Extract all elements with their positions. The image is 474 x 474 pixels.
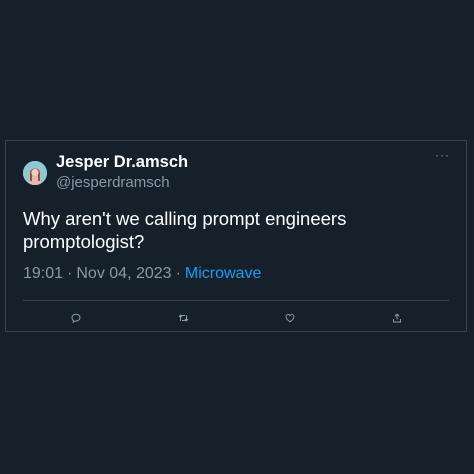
action-bar	[6, 311, 466, 325]
divider	[23, 300, 449, 301]
share-icon	[393, 313, 401, 323]
tweet-time[interactable]: 19:01	[23, 265, 63, 282]
avatar-image	[23, 161, 47, 185]
separator: ·	[175, 265, 181, 282]
avatar[interactable]	[23, 161, 47, 185]
tweet-source-link[interactable]: Microwave	[185, 265, 261, 282]
display-name[interactable]: Jesper Dr.amsch	[56, 153, 188, 172]
reply-button[interactable]	[69, 311, 83, 325]
reply-icon	[71, 313, 81, 323]
share-button[interactable]	[390, 311, 404, 325]
like-button[interactable]	[283, 311, 297, 325]
tweet-metadata: 19:01 · Nov 04, 2023 · Microwave	[23, 265, 261, 283]
tweet-card: Jesper Dr.amsch @jesperdramsch ··· Why a…	[5, 140, 467, 332]
separator: ·	[67, 265, 73, 282]
heart-icon	[285, 313, 295, 323]
retweet-icon	[178, 314, 188, 322]
tweet-text: Why aren't we calling prompt engineers p…	[23, 208, 347, 252]
retweet-button[interactable]	[176, 311, 190, 325]
more-options-icon[interactable]: ···	[435, 149, 450, 161]
tweet-date[interactable]: Nov 04, 2023	[76, 265, 171, 282]
user-handle[interactable]: @jesperdramsch	[56, 174, 170, 191]
